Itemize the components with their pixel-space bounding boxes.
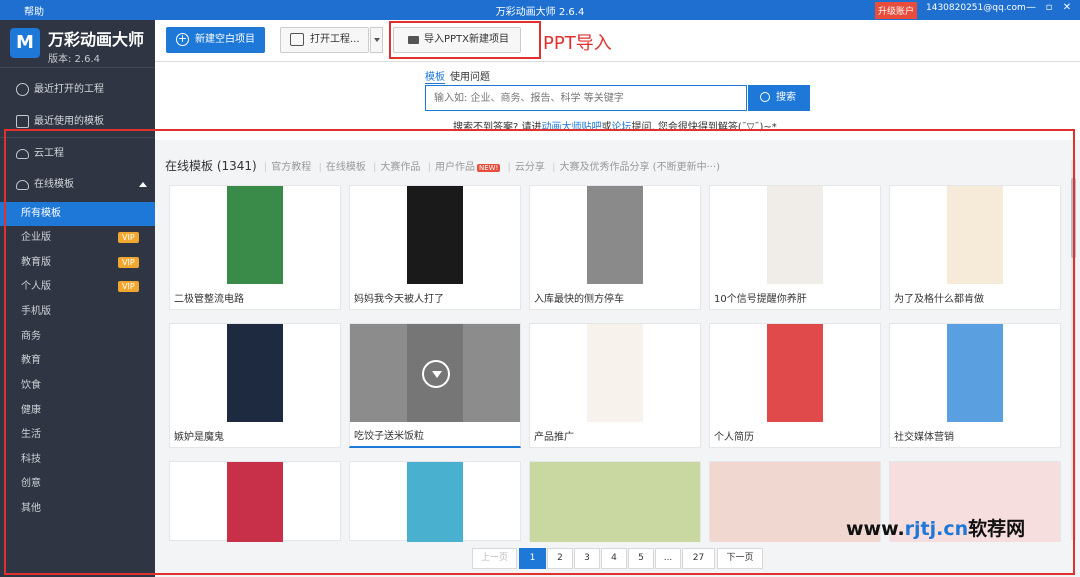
annotation-highlight-box (4, 129, 1075, 575)
search-button[interactable]: 搜索 (748, 85, 810, 111)
stack-icon (290, 33, 304, 46)
search-icon (760, 92, 770, 102)
template-icon (16, 115, 29, 128)
app-version: 版本: 2.6.4 (48, 54, 100, 65)
title-bar: 帮助 万彩动画大师 2.6.4 升级账户 1430820251@qq.com —… (0, 0, 1080, 20)
sidebar-item-recent-projects[interactable]: 最近打开的工程 (0, 77, 155, 102)
account-email[interactable]: 1430820251@qq.com (926, 3, 1026, 13)
sidebar-divider (0, 67, 155, 68)
tab-templates[interactable]: 模板 (425, 68, 445, 84)
plus-icon: + (176, 32, 189, 46)
window-title: 万彩动画大师 2.6.4 (495, 7, 585, 18)
watermark-text: rjtj.cn (904, 518, 969, 540)
search-input[interactable] (425, 85, 747, 111)
open-project-button[interactable]: 打开工程... (280, 27, 369, 53)
app-name: 万彩动画大师 (48, 30, 145, 49)
new-blank-project-button[interactable]: + 新建空白项目 (166, 27, 265, 53)
restore-icon[interactable]: ▫ (1042, 2, 1056, 13)
button-label: 搜索 (776, 92, 796, 103)
ppt-import-annotation: PPT导入 (543, 33, 612, 54)
app-logo-icon: M (10, 28, 40, 58)
watermark: www.rjtj.cn软荐网 (846, 514, 1025, 541)
open-project-dropdown[interactable] (370, 27, 383, 53)
minimize-icon[interactable]: — (1024, 2, 1038, 13)
button-label: 打开工程... (310, 34, 360, 45)
clock-icon (16, 83, 29, 96)
upgrade-account-button[interactable]: 升级账户 (875, 2, 918, 19)
sidebar-item-label: 最近打开的工程 (34, 84, 104, 95)
button-label: 新建空白项目 (195, 34, 255, 45)
watermark-text: www. (846, 518, 905, 540)
watermark-text: 软荐网 (968, 518, 1026, 540)
toolbar: + 新建空白项目 打开工程... 导入PPTX新建项目 (155, 20, 1080, 62)
close-icon[interactable]: ✕ (1060, 2, 1074, 13)
annotation-highlight-box (389, 21, 541, 59)
tab-faq[interactable]: 使用问题 (450, 68, 490, 83)
